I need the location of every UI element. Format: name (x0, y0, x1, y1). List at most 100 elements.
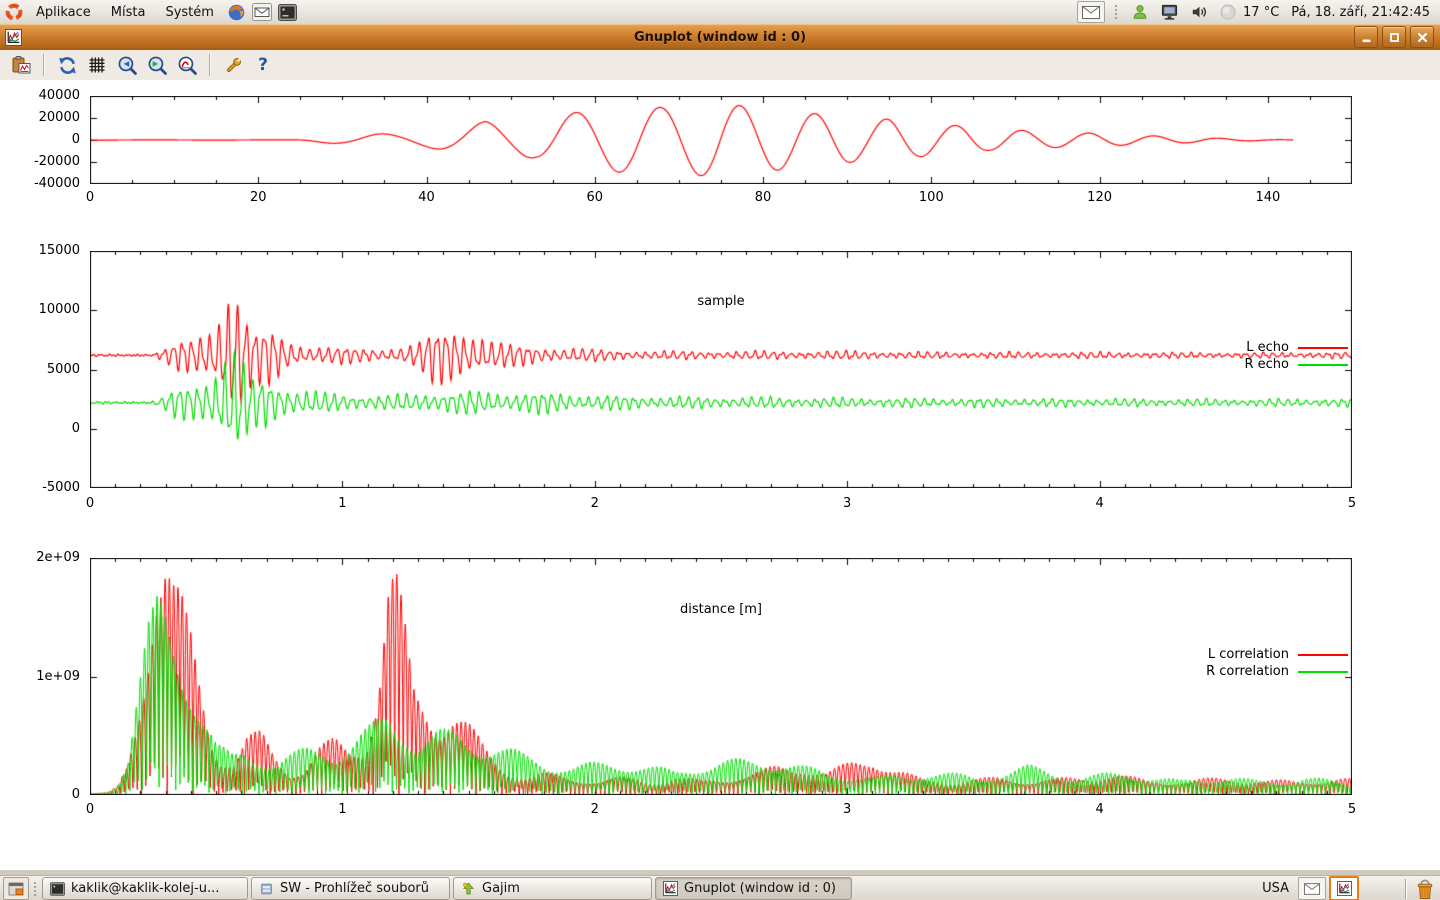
x-tick-label: 40 (397, 190, 457, 206)
x-tick-label: 140 (1238, 190, 1298, 206)
window-titlebar[interactable]: Gnuplot (window id : 0) (0, 24, 1440, 50)
firefox-icon[interactable] (227, 3, 246, 22)
minimize-button[interactable] (1354, 26, 1378, 48)
y-tick-label: -5000 (6, 480, 80, 496)
x-tick-label: 2 (565, 496, 625, 512)
clock-label: Pá, 18. září, 21:42:45 (1291, 5, 1430, 20)
show-desktop-button[interactable] (3, 877, 29, 900)
tray-mail-icon[interactable] (1298, 877, 1326, 900)
autoscale-button[interactable] (174, 52, 200, 78)
desktop: Aplikace Místa Systém (0, 0, 1440, 900)
clock-applet[interactable]: 17 °C Pá, 18. září, 21:42:45 (1217, 4, 1430, 20)
legend-line-swatch (1298, 654, 1348, 656)
trash-icon[interactable] (1415, 878, 1435, 900)
close-button[interactable] (1410, 26, 1434, 48)
mail-launcher-icon[interactable] (252, 3, 272, 21)
window-title: Gnuplot (window id : 0) (0, 30, 1440, 45)
legend-item: L correlation (1206, 646, 1348, 663)
taskbar-right: USA (1262, 876, 1440, 900)
task-gajim[interactable]: Gajim (453, 877, 652, 900)
menu-system[interactable]: Systém (155, 0, 223, 24)
help-glyph: ? (258, 55, 268, 75)
legend-label: R echo (1244, 357, 1289, 372)
task-label: Gajim (482, 881, 520, 896)
x-tick-label: 3 (817, 802, 877, 818)
legend-label: L correlation (1208, 647, 1289, 662)
plot-canvas-1[interactable] (90, 251, 1352, 488)
y-tick-label: 1e+09 (6, 669, 80, 685)
gnuplot-icon (663, 881, 678, 896)
x-tick-label: 2 (565, 802, 625, 818)
ubuntu-logo-icon[interactable] (5, 3, 23, 21)
menu-system-label: Systém (165, 5, 213, 20)
xlabel-distance-echo: distance [m] (90, 602, 1352, 618)
terminal-launcher-icon[interactable] (278, 4, 297, 21)
keyboard-layout-indicator[interactable]: USA (1262, 881, 1289, 896)
y-tick-label: 0 (6, 787, 80, 803)
x-tick-label: 100 (901, 190, 961, 206)
legend-line-swatch (1298, 364, 1348, 366)
window-controls (1354, 26, 1440, 48)
previous-zoom-button[interactable] (114, 52, 140, 78)
top-panel: Aplikace Místa Systém (0, 0, 1440, 25)
volume-icon[interactable] (1190, 3, 1209, 21)
legend-item: R correlation (1206, 663, 1348, 680)
next-zoom-button[interactable] (144, 52, 170, 78)
task-label: Gnuplot (window id : 0) (684, 881, 836, 896)
legend-item: R echo (1244, 356, 1348, 373)
x-tick-label: 4 (1070, 496, 1130, 512)
y-tick-label: 2e+09 (6, 550, 80, 566)
panel-handle[interactable] (33, 881, 38, 897)
menu-applications-label: Aplikace (36, 5, 91, 20)
task-terminal[interactable]: kaklik@kaklik-kolej-u... (42, 877, 248, 900)
gnuplot-window-icon (5, 29, 22, 46)
help-button[interactable]: ? (250, 52, 276, 78)
task-file-manager[interactable]: SW - Prohlížeč souborů (251, 877, 450, 900)
toolbar-separator (209, 54, 211, 76)
xlabel-sample: sample (90, 294, 1352, 310)
y-tick-label: 0 (6, 132, 80, 148)
toolbar-separator (43, 54, 45, 76)
x-tick-label: 20 (228, 190, 288, 206)
y-tick-label: 15000 (6, 243, 80, 259)
user-switcher-icon[interactable] (1131, 3, 1149, 21)
display-icon[interactable] (1160, 3, 1179, 21)
y-tick-label: 0 (6, 421, 80, 437)
plot-canvas-2[interactable] (90, 558, 1352, 795)
legend-label: L echo (1246, 340, 1289, 355)
menu-places[interactable]: Místa (101, 0, 156, 24)
options-button[interactable] (220, 52, 246, 78)
legend-correlation: L correlation R correlation (1206, 646, 1348, 680)
x-tick-label: 60 (565, 190, 625, 206)
mail-notification-icon[interactable] (1077, 1, 1105, 23)
x-tick-label: 5 (1322, 802, 1382, 818)
task-label: kaklik@kaklik-kolej-u... (71, 881, 219, 896)
y-tick-label: 10000 (6, 302, 80, 318)
legend-label: R correlation (1206, 664, 1289, 679)
legend-line-swatch (1298, 347, 1348, 349)
y-tick-label: 20000 (6, 110, 80, 126)
menu-applications[interactable]: Aplikace (26, 0, 101, 24)
weather-icon (1220, 4, 1236, 20)
tray-gnuplot-icon[interactable] (1329, 876, 1359, 900)
y-tick-label: -40000 (6, 176, 80, 192)
legend-line-swatch (1298, 671, 1348, 673)
copy-to-clipboard-button[interactable] (8, 52, 34, 78)
replot-button[interactable] (54, 52, 80, 78)
toggle-grid-button[interactable] (84, 52, 110, 78)
x-tick-label: 1 (312, 496, 372, 512)
x-tick-label: 4 (1070, 802, 1130, 818)
maximize-button[interactable] (1382, 26, 1406, 48)
file-manager-icon (259, 882, 274, 896)
panel-handle[interactable] (1114, 4, 1119, 20)
x-tick-label: 5 (1322, 496, 1382, 512)
plot-canvas-0[interactable] (90, 96, 1352, 184)
x-tick-label: 120 (1070, 190, 1130, 206)
task-gnuplot[interactable]: Gnuplot (window id : 0) (655, 877, 852, 900)
gajim-icon (461, 881, 476, 896)
panel-status-area: 17 °C Pá, 18. září, 21:42:45 (1077, 1, 1440, 23)
y-tick-label: 40000 (6, 88, 80, 104)
x-tick-label: 0 (60, 190, 120, 206)
x-tick-label: 0 (60, 496, 120, 512)
x-tick-label: 3 (817, 496, 877, 512)
